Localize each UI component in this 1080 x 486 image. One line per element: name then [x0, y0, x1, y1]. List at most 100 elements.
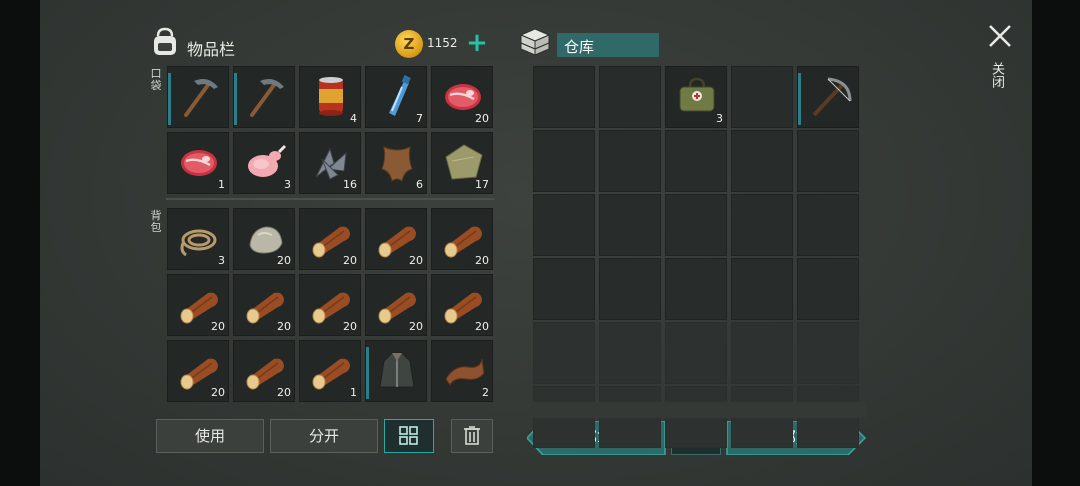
- warehouse-slot[interactable]: [797, 66, 859, 128]
- backpack-slot[interactable]: 20: [233, 274, 295, 336]
- pocket-slot[interactable]: 1: [167, 132, 229, 194]
- grid-icon: [399, 426, 418, 445]
- item-quantity: 20: [211, 320, 225, 333]
- durability-bar: [366, 347, 369, 399]
- wood-log-icon: [312, 358, 350, 390]
- warehouse-slot[interactable]: [731, 194, 793, 256]
- item-quantity: 20: [343, 320, 357, 333]
- warehouse-scroll-cutoff: [530, 402, 866, 418]
- warehouse-slot[interactable]: [797, 258, 859, 320]
- warehouse-slot[interactable]: [731, 258, 793, 320]
- close-icon[interactable]: [986, 22, 1014, 50]
- rope-icon: [180, 229, 217, 257]
- backpack-slot[interactable]: 20: [233, 208, 295, 270]
- backpack-slot[interactable]: 20: [431, 274, 493, 336]
- inventory-title: 物品栏: [187, 40, 236, 59]
- backpack-slot[interactable]: 20: [299, 274, 361, 336]
- item-quantity: 20: [277, 254, 291, 267]
- item-quantity: 20: [475, 320, 489, 333]
- warehouse-slot[interactable]: 3: [665, 66, 727, 128]
- item-quantity: 20: [277, 386, 291, 399]
- backpack-slot[interactable]: 1: [299, 340, 361, 402]
- screen-edge-right: [1032, 0, 1080, 486]
- close-label[interactable]: 关闭: [989, 62, 1006, 88]
- warehouse-slot[interactable]: [533, 66, 595, 128]
- warehouse-slot[interactable]: [665, 258, 727, 320]
- item-quantity: 1: [350, 386, 357, 399]
- warehouse-slot[interactable]: [533, 258, 595, 320]
- backpack-slot[interactable]: [365, 340, 427, 402]
- trash-button[interactable]: [451, 419, 493, 453]
- sort-grid-button[interactable]: [384, 419, 434, 453]
- coin-count: 1152: [427, 36, 458, 50]
- pocket-slot[interactable]: 7: [365, 66, 427, 128]
- coin-icon: Z: [395, 30, 423, 58]
- pocket-slot[interactable]: 16: [299, 132, 361, 194]
- pocket-slot[interactable]: 3: [233, 132, 295, 194]
- raw-meat-icon: [181, 150, 217, 176]
- item-quantity: 3: [284, 178, 291, 191]
- pocket-slot[interactable]: [167, 66, 229, 128]
- item-quantity: 2: [482, 386, 489, 399]
- pocket-slot[interactable]: 17: [431, 132, 493, 194]
- warehouse-slot[interactable]: [599, 66, 661, 128]
- warehouse-slot[interactable]: [797, 130, 859, 192]
- backpack-slot[interactable]: 20: [431, 208, 493, 270]
- backpack-slot[interactable]: 20: [167, 340, 229, 402]
- leather-strip-icon: [445, 358, 485, 386]
- pocket-slot[interactable]: 4: [299, 66, 361, 128]
- backpack-slot[interactable]: 20: [299, 208, 361, 270]
- warehouse-icon: [518, 27, 552, 57]
- add-coins-button[interactable]: +: [466, 30, 488, 56]
- durability-bar: [234, 73, 237, 125]
- pickaxe-icon: [250, 79, 284, 117]
- warehouse-slot[interactable]: [797, 322, 859, 384]
- item-quantity: 20: [409, 254, 423, 267]
- warehouse-slot[interactable]: [731, 66, 793, 128]
- leather-hide-icon: [381, 146, 413, 182]
- trash-icon: [464, 426, 480, 445]
- backpack-label: 背包: [150, 209, 162, 234]
- canned-food-icon: [319, 77, 343, 116]
- pocket-label: 口袋: [150, 67, 162, 92]
- warehouse-slot[interactable]: [533, 130, 595, 192]
- backpack-slot[interactable]: 20: [233, 340, 295, 402]
- item-quantity: 20: [475, 254, 489, 267]
- warehouse-slot[interactable]: [599, 322, 661, 384]
- screen-edge-left: [0, 0, 40, 486]
- warehouse-slot[interactable]: [599, 258, 661, 320]
- item-quantity: 20: [211, 386, 225, 399]
- item-quantity: 1: [218, 178, 225, 191]
- pocket-slot[interactable]: 20: [431, 66, 493, 128]
- warehouse-slot[interactable]: [599, 130, 661, 192]
- split-button[interactable]: 分开: [270, 419, 378, 453]
- pocket-slot[interactable]: 6: [365, 132, 427, 194]
- item-quantity: 16: [343, 178, 357, 191]
- item-quantity: 17: [475, 178, 489, 191]
- backpack-icon: [150, 26, 180, 58]
- backpack-slot[interactable]: 20: [365, 274, 427, 336]
- water-bottle-icon: [389, 75, 411, 116]
- pocket-slot[interactable]: [233, 66, 295, 128]
- jacket-icon: [379, 352, 415, 388]
- medkit-bag-icon: [679, 77, 715, 112]
- backpack-slot[interactable]: 20: [167, 274, 229, 336]
- backpack-slot[interactable]: 3: [167, 208, 229, 270]
- item-quantity: 6: [416, 178, 423, 191]
- warehouse-slot[interactable]: [797, 194, 859, 256]
- warehouse-slot[interactable]: [665, 130, 727, 192]
- item-quantity: 3: [218, 254, 225, 267]
- item-quantity: 4: [350, 112, 357, 125]
- section-divider: [166, 198, 494, 200]
- warehouse-slot[interactable]: [731, 322, 793, 384]
- warehouse-slot[interactable]: [731, 130, 793, 192]
- warehouse-slot[interactable]: [533, 194, 595, 256]
- pickaxe-icon: [184, 79, 218, 117]
- warehouse-slot[interactable]: [533, 322, 595, 384]
- backpack-slot[interactable]: 2: [431, 340, 493, 402]
- backpack-slot[interactable]: 20: [365, 208, 427, 270]
- use-button[interactable]: 使用: [156, 419, 264, 453]
- warehouse-slot[interactable]: [599, 194, 661, 256]
- warehouse-slot[interactable]: [665, 322, 727, 384]
- warehouse-slot[interactable]: [665, 194, 727, 256]
